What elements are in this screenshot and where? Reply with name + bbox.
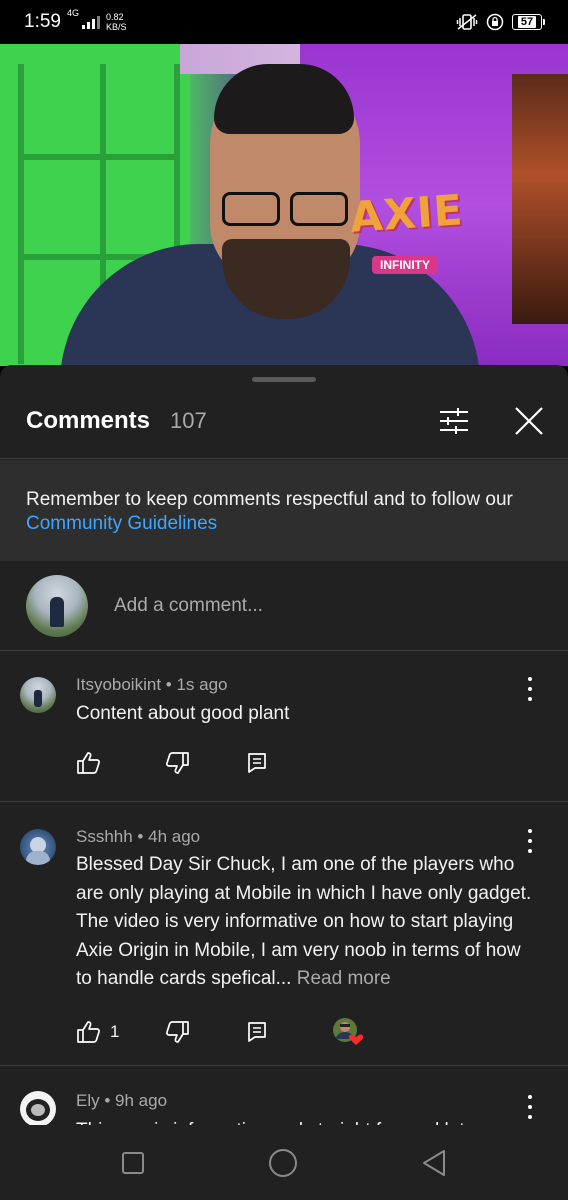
close-icon[interactable] — [514, 406, 544, 436]
signal-icon — [82, 15, 100, 29]
comment-text: Blessed Day Sir Chuck, I am one of the p… — [76, 851, 536, 994]
comment-author[interactable]: Itsyoboikint — [76, 675, 161, 694]
comment-time: 9h ago — [115, 1091, 168, 1110]
battery-icon: 57 — [512, 14, 545, 30]
comment-author[interactable]: Ely — [76, 1091, 100, 1110]
comment-item: Ssshhh • 4h ago Blessed Day Sir Chuck, I… — [0, 815, 568, 1065]
system-nav-bar — [0, 1125, 568, 1200]
home-icon[interactable] — [268, 1148, 298, 1178]
network-type: 4G — [66, 8, 79, 18]
more-options-icon[interactable] — [520, 829, 540, 853]
status-bar: 1:59 4G 0.82 KB/S 57 — [0, 0, 568, 44]
video-logo-subtext: INFINITY — [372, 256, 438, 274]
thumbs-up-icon — [77, 1021, 100, 1043]
dislike-button[interactable] — [164, 1020, 190, 1044]
more-options-icon[interactable] — [520, 1095, 540, 1119]
divider — [0, 801, 568, 802]
filter-icon[interactable] — [438, 407, 470, 435]
community-guidelines-link[interactable]: Community Guidelines — [26, 513, 217, 534]
like-button[interactable]: 1 — [76, 1020, 119, 1044]
comments-header: Comments 107 — [0, 383, 568, 459]
thumbs-down-icon — [166, 752, 189, 774]
comments-count: 107 — [170, 407, 207, 433]
comment-actions: 1 — [76, 1017, 364, 1047]
speed-value: 0.82 — [106, 12, 124, 22]
video-player[interactable]: AXIE INFINITY — [0, 44, 568, 366]
reply-icon — [248, 753, 266, 773]
like-count: 1 — [110, 1022, 120, 1041]
comments-title: Comments — [26, 406, 151, 434]
comment-time: 1s ago — [176, 675, 228, 694]
user-avatar — [26, 574, 88, 637]
commenter-avatar[interactable] — [20, 677, 56, 713]
creator-heart-icon — [333, 1018, 364, 1045]
add-comment-row[interactable]: Add a comment... — [0, 561, 568, 651]
video-logo: AXIE — [348, 185, 465, 242]
divider — [0, 1065, 568, 1066]
network-speed: 0.82 KB/S — [106, 12, 127, 32]
status-time: 1:59 — [24, 11, 61, 32]
network-indicator: 4G — [67, 9, 100, 29]
recents-icon[interactable] — [121, 1151, 145, 1175]
comments-panel: Comments 107 Remember to keep comments r… — [0, 365, 568, 1125]
comment-text: This one is informative and straight for… — [76, 1117, 536, 1125]
drag-handle[interactable] — [252, 377, 316, 382]
thumbs-up-icon — [77, 752, 100, 774]
poster — [512, 74, 568, 324]
comment-author[interactable]: Ssshhh — [76, 827, 133, 846]
reply-button[interactable] — [246, 1021, 268, 1043]
back-icon[interactable] — [421, 1149, 447, 1177]
commenter-avatar[interactable] — [20, 829, 56, 865]
status-icons: 57 — [456, 13, 545, 31]
comment-item: Ely • 9h ago This one is informative and… — [0, 1079, 568, 1125]
vibrate-icon — [456, 14, 478, 30]
more-options-icon[interactable] — [520, 677, 540, 701]
like-button[interactable] — [76, 751, 102, 775]
creator-heart — [332, 1017, 364, 1047]
comment-text: Content about good plant — [76, 703, 290, 724]
commenter-avatar[interactable] — [20, 1091, 56, 1125]
speed-unit: KB/S — [106, 22, 127, 32]
read-more-link[interactable]: Read more — [297, 968, 391, 989]
battery-level: 57 — [517, 16, 537, 28]
add-comment-input[interactable]: Add a comment... — [114, 595, 263, 617]
reply-icon — [248, 1022, 267, 1042]
dislike-button[interactable] — [164, 751, 190, 775]
reply-button[interactable] — [246, 752, 268, 774]
comment-item: Itsyoboikint • 1s ago Content about good… — [0, 665, 568, 801]
notice-text: Remember to keep comments respectful and… — [26, 489, 513, 510]
community-notice: Remember to keep comments respectful and… — [0, 460, 568, 561]
thumbs-down-icon — [166, 1021, 190, 1043]
comment-time: 4h ago — [148, 827, 201, 846]
comment-actions — [76, 751, 268, 775]
lock-rotation-icon — [486, 13, 504, 31]
